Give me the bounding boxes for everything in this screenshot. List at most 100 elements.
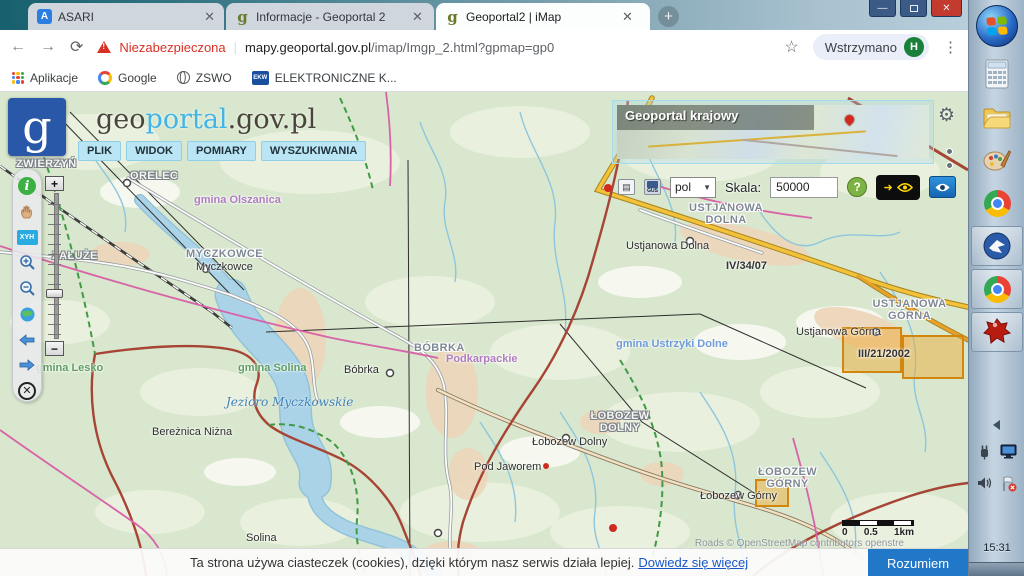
location-marker-icon <box>843 113 856 126</box>
zoom-slider-track[interactable] <box>45 193 64 339</box>
title-portal: portal <box>146 104 228 135</box>
taskbar-explorer[interactable] <box>971 97 1023 137</box>
back-icon[interactable]: ← <box>10 38 26 56</box>
url-path: /imap/Imgp_2.html?gpmap=gp0 <box>371 40 554 55</box>
new-tab-button[interactable]: + <box>658 6 679 27</box>
eye-icon <box>934 182 951 193</box>
taskbar-chrome-2[interactable] <box>971 269 1023 309</box>
zoom-in-button[interactable]: + <box>45 176 64 191</box>
browser-window: A ASARI ✕ g Informacje - Geoportal 2 ✕ g… <box>0 0 968 576</box>
help-button[interactable]: ? <box>847 177 867 197</box>
omnibox[interactable]: Niezabezpieczona | mapy.geoportal.gov.pl… <box>97 40 770 55</box>
full-extent-tool[interactable] <box>17 304 38 325</box>
panel-dot-icon[interactable] <box>946 148 953 155</box>
title-geo: geo <box>96 104 146 135</box>
cookie-banner: Ta strona używa ciasteczek (cookies), dz… <box>0 548 968 576</box>
cookie-accept-button[interactable]: Rozumiem <box>868 549 968 576</box>
power-plug-icon[interactable] <box>977 444 992 460</box>
scalebar-zero: 0 <box>842 527 848 538</box>
next-view-tool[interactable] <box>17 355 38 376</box>
visibility-toolbar[interactable]: ➜ <box>876 175 920 200</box>
info-tool[interactable]: i <box>17 176 38 197</box>
geoportal-favicon: g <box>235 9 250 24</box>
menu-widok[interactable]: WIDOK <box>126 141 182 161</box>
gus-icon[interactable]: GUS <box>644 179 661 195</box>
menu-pomiary[interactable]: POMIARY <box>187 141 256 161</box>
taskbar-clock[interactable]: 15:31 <box>969 542 1024 554</box>
windows-logo-icon <box>986 16 1007 35</box>
tab-close-icon[interactable]: ✕ <box>622 9 633 25</box>
language-select[interactable]: pol ▼ <box>670 177 716 198</box>
start-button[interactable] <box>976 5 1018 47</box>
overview-map-panel[interactable]: Geoportal krajowy <box>612 100 934 164</box>
google-icon <box>98 71 112 85</box>
site-title: geoportal.gov.pl <box>96 104 316 135</box>
menu-wyszukiwania[interactable]: WYSZUKIWANIA <box>261 141 366 161</box>
scale-input[interactable]: 50000 <box>770 177 838 198</box>
panel-dot-icon[interactable] <box>946 162 953 169</box>
gear-icon[interactable]: ⚙ <box>938 104 955 127</box>
overview-road <box>742 139 897 157</box>
scalebar-end: 1km <box>894 527 914 538</box>
bookmark-google[interactable]: Google <box>98 71 157 85</box>
action-center-flag-icon[interactable] <box>1001 476 1017 492</box>
eye-icon[interactable] <box>897 182 913 193</box>
show-desktop-button[interactable] <box>969 562 1024 576</box>
map-canvas[interactable] <box>0 92 968 576</box>
cookie-message: Ta strona używa ciasteczek (cookies), dz… <box>190 555 634 570</box>
tab-title: Geoportal2 | iMap <box>466 10 606 24</box>
taskbar-paint[interactable] <box>971 140 1023 180</box>
tab-geoportal-imap[interactable]: g Geoportal2 | iMap ✕ <box>436 3 650 30</box>
title-suffix: .gov.pl <box>228 104 317 135</box>
arrow-icon[interactable]: ➜ <box>884 181 893 194</box>
window-controls: — ✕ <box>869 0 962 17</box>
browser-menu-icon[interactable]: ⋮ <box>943 38 958 56</box>
not-secure-icon <box>97 41 111 53</box>
tab-informacje[interactable]: g Informacje - Geoportal 2 ✕ <box>226 3 434 30</box>
profile-avatar[interactable]: H <box>904 37 924 57</box>
menu-plik[interactable]: PLIK <box>78 141 121 161</box>
taskbar-chrome-1[interactable] <box>971 183 1023 223</box>
reload-icon[interactable]: ⟳ <box>70 37 83 57</box>
geoportal-logo[interactable]: g <box>8 98 66 156</box>
blue-app-icon <box>983 232 1011 260</box>
bookmark-apps[interactable]: Aplikacje <box>12 71 78 85</box>
bookmark-star-icon[interactable]: ☆ <box>784 37 798 57</box>
zoom-slider-handle[interactable] <box>46 289 63 298</box>
tab-asari[interactable]: A ASARI ✕ <box>28 3 224 30</box>
security-label[interactable]: Niezabezpieczona <box>119 40 225 55</box>
bookmark-ekw[interactable]: EKW ELEKTRONICZNE K... <box>252 71 397 85</box>
cancel-tool[interactable]: ✕ <box>17 381 38 402</box>
tab-title: Informacje - Geoportal 2 <box>256 10 396 24</box>
layer-visibility-button[interactable] <box>929 176 956 198</box>
chrome-icon <box>984 190 1011 217</box>
sync-paused-chip[interactable]: Wstrzymano H <box>813 34 929 60</box>
address-bar: ← → ⟳ Niezabezpieczona | mapy.geoportal.… <box>0 30 968 64</box>
previous-view-tool[interactable] <box>17 329 38 350</box>
zoom-out-tool[interactable] <box>17 278 38 299</box>
taskbar-calculator[interactable] <box>971 54 1023 94</box>
pan-hand-tool[interactable] <box>17 202 38 223</box>
legend-icon[interactable]: ▤ <box>618 179 635 195</box>
forward-icon[interactable]: → <box>40 38 56 56</box>
maximize-button[interactable] <box>900 0 927 17</box>
tab-close-icon[interactable]: ✕ <box>204 9 215 25</box>
zoom-in-tool[interactable] <box>17 253 38 274</box>
display-icon[interactable] <box>1000 444 1017 459</box>
calculator-icon <box>985 59 1009 89</box>
zoom-slider: + − <box>45 176 65 356</box>
zoom-in-icon <box>19 254 36 271</box>
cookie-more-link[interactable]: Dowiedz się więcej <box>638 555 748 570</box>
taskbar-blue-app[interactable] <box>971 226 1023 266</box>
bookmark-label: Google <box>118 71 157 85</box>
taskbar-red-app[interactable] <box>971 312 1023 352</box>
hidden-icons-arrow[interactable] <box>993 420 1000 430</box>
minimize-button[interactable]: — <box>869 0 896 17</box>
bookmarks-bar: Aplikacje Google ZSWO EKW ELEKTRONICZNE … <box>0 64 968 92</box>
zoom-out-button[interactable]: − <box>45 341 64 356</box>
close-button[interactable]: ✕ <box>931 0 962 17</box>
bookmark-zswo[interactable]: ZSWO <box>177 71 232 85</box>
tab-close-icon[interactable]: ✕ <box>412 9 423 25</box>
speaker-icon[interactable] <box>977 476 993 490</box>
xyh-coordinates-tool[interactable]: XYH <box>17 227 38 248</box>
